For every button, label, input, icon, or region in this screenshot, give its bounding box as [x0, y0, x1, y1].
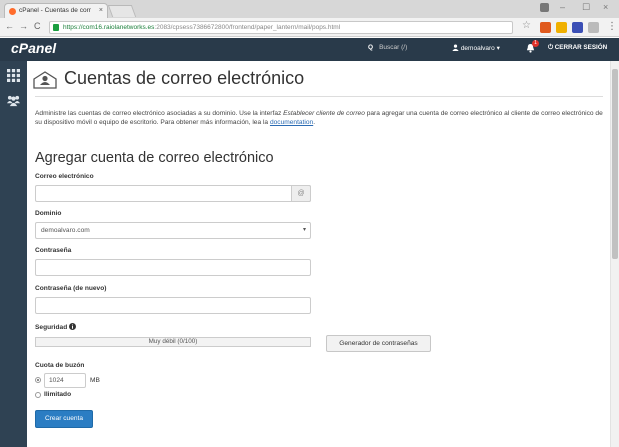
profile-icon[interactable]	[540, 3, 549, 12]
chevron-down-icon: ▾	[302, 227, 306, 233]
cpanel-favicon-icon	[9, 8, 16, 15]
url-path: :2083/cpsess7386672800/frontend/paper_la…	[154, 24, 341, 31]
security-label-text: Seguridad	[35, 324, 68, 331]
back-icon[interactable]: ←	[5, 21, 14, 31]
search-placeholder: Buscar (/)	[379, 44, 408, 51]
password-confirm-field[interactable]	[35, 297, 311, 314]
intro-text-part: .	[313, 118, 316, 126]
intro-text-part: Administre las cuentas de correo electró…	[35, 110, 284, 117]
documentation-link[interactable]: documentation	[270, 119, 313, 126]
quota-unlimited-radio[interactable]	[35, 392, 41, 398]
extension-icon[interactable]	[556, 22, 567, 33]
chevron-down-icon: ▾	[496, 45, 500, 52]
browser-tab-title: cPanel - Cuentas de corr	[19, 7, 91, 14]
search-icon: Q	[368, 44, 374, 51]
username: demoalvaro	[460, 45, 495, 52]
domain-select[interactable]: demoalvaro.com ▾	[35, 222, 311, 239]
cpanel-header: cPanel Q Buscar (/) demoalvaro ▾ 1 ⏻ CERR…	[0, 38, 619, 61]
new-tab-button[interactable]	[107, 5, 137, 17]
user-icon	[452, 44, 459, 51]
email-account-icon	[33, 71, 57, 89]
password-generator-button[interactable]: Generador de contraseñas	[326, 335, 431, 352]
domain-selected-value: demoalvaro.com	[41, 227, 90, 234]
cpanel-logo[interactable]: cPanel	[11, 40, 56, 56]
password-field[interactable]	[35, 259, 311, 276]
page-scrollbar[interactable]	[610, 61, 619, 447]
page-title: Cuentas de correo electrónico	[64, 68, 305, 88]
extension-icon[interactable]	[540, 22, 551, 33]
password-label: Contraseña	[35, 247, 72, 254]
user-menu[interactable]: demoalvaro ▾	[452, 44, 500, 52]
window-close-icon[interactable]: ×	[603, 2, 608, 12]
browser-tab-strip: cPanel - Cuentas de corr × – ☐ ×	[0, 0, 619, 18]
email-field[interactable]: @	[35, 185, 311, 202]
quota-input[interactable]: 1024	[44, 373, 86, 388]
section-title: Agregar cuenta de correo electrónico	[35, 150, 274, 166]
extension-icon[interactable]	[588, 22, 599, 33]
forward-icon[interactable]: →	[19, 21, 28, 31]
email-label: Correo electrónico	[35, 173, 94, 180]
quota-unlimited-label: Ilimitado	[44, 391, 72, 398]
quota-label: Cuota de buzón	[35, 362, 85, 369]
maximize-icon[interactable]: ☐	[582, 2, 590, 13]
tab-close-icon[interactable]: ×	[99, 4, 103, 18]
url-input[interactable]: https://com16.raiolanetworks.es:2083/cps…	[49, 21, 513, 34]
logout-button[interactable]: ⏻ CERRAR SESIÓN	[548, 44, 607, 52]
sidebar	[0, 61, 27, 447]
reload-icon[interactable]: C	[34, 21, 41, 31]
scrollbar-thumb[interactable]	[612, 69, 618, 259]
lock-icon	[53, 24, 59, 31]
password-strength-meter: Muy débil (0/100)	[35, 337, 311, 347]
password-confirm-label: Contraseña (de nuevo)	[35, 285, 107, 292]
notification-badge: 1	[532, 40, 539, 47]
security-label: Seguridad	[35, 323, 77, 331]
users-icon[interactable]	[7, 94, 20, 107]
quota-unit: MB	[90, 377, 100, 384]
extension-icon[interactable]	[572, 22, 583, 33]
title-divider	[35, 96, 603, 97]
browser-menu-icon[interactable]: ⋮	[607, 21, 617, 32]
intro-text: Administre las cuentas de correo electró…	[35, 110, 605, 127]
logout-label: CERRAR SESIÓN	[554, 44, 608, 51]
url-host: https://com16.raiolanetworks.es	[63, 24, 155, 31]
info-icon[interactable]	[69, 323, 77, 330]
create-account-button[interactable]: Crear cuenta	[35, 410, 93, 428]
grid-apps-icon[interactable]	[7, 69, 20, 82]
quota-limited-radio[interactable]	[35, 377, 41, 383]
intro-emphasis: Establecer cliente de correo	[283, 110, 365, 117]
logout-icon: ⏻	[548, 44, 553, 51]
address-bar-row: ← → C https://com16.raiolanetworks.es:20…	[0, 18, 619, 37]
at-sign-addon: @	[291, 185, 311, 202]
minimize-icon[interactable]: –	[560, 2, 565, 12]
search-box[interactable]: Q Buscar (/)	[368, 44, 407, 51]
domain-label: Dominio	[35, 210, 62, 217]
browser-tab[interactable]: cPanel - Cuentas de corr ×	[4, 3, 108, 18]
bookmark-star-icon[interactable]: ☆	[522, 20, 531, 31]
